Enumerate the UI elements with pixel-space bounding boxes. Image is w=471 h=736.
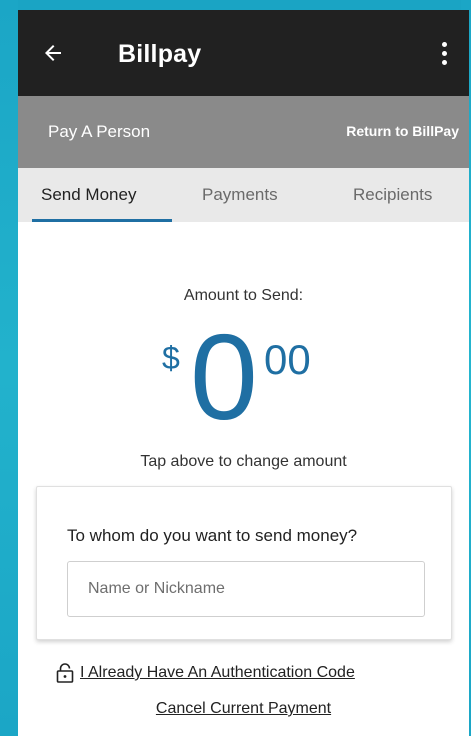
cancel-payment-link[interactable]: Cancel Current Payment [18, 700, 469, 718]
return-to-billpay-link[interactable]: Return to BillPay [346, 123, 459, 139]
recipient-name-input[interactable] [67, 561, 425, 617]
tab-bar: Send Money Payments Recipients [18, 168, 469, 222]
background-band-left [0, 0, 18, 736]
auth-code-link-label: I Already Have An Authentication Code [80, 664, 355, 681]
arrow-left-icon [45, 45, 61, 61]
app-screen: Billpay Pay A Person Return to BillPay S… [18, 10, 469, 736]
amount-display[interactable]: $ 0 00 [18, 316, 469, 442]
recipient-card: To whom do you want to send money? [36, 486, 452, 640]
tab-payments[interactable]: Payments [202, 185, 278, 205]
amount-hint: Tap above to change amount [140, 453, 347, 470]
app-bar: Billpay [18, 10, 469, 96]
recipient-question: To whom do you want to send money? [67, 526, 358, 545]
amount-cents: 00 [264, 336, 311, 383]
amount-currency: $ [162, 340, 180, 376]
tab-recipients[interactable]: Recipients [353, 185, 432, 205]
lock-icon [56, 663, 74, 683]
tab-send-money[interactable]: Send Money [41, 185, 136, 205]
sub-header: Pay A Person Return to BillPay [18, 96, 469, 168]
more-options-button[interactable] [429, 36, 459, 70]
amount-label: Amount to Send: [183, 287, 304, 304]
page-title: Pay A Person [48, 122, 151, 141]
back-button[interactable] [38, 38, 68, 68]
active-tab-indicator [32, 219, 172, 222]
more-vertical-icon [441, 41, 447, 47]
app-title: Billpay [118, 40, 202, 68]
auth-code-link[interactable]: I Already Have An Authentication Code [56, 663, 355, 683]
amount-whole: 0 [190, 309, 258, 445]
